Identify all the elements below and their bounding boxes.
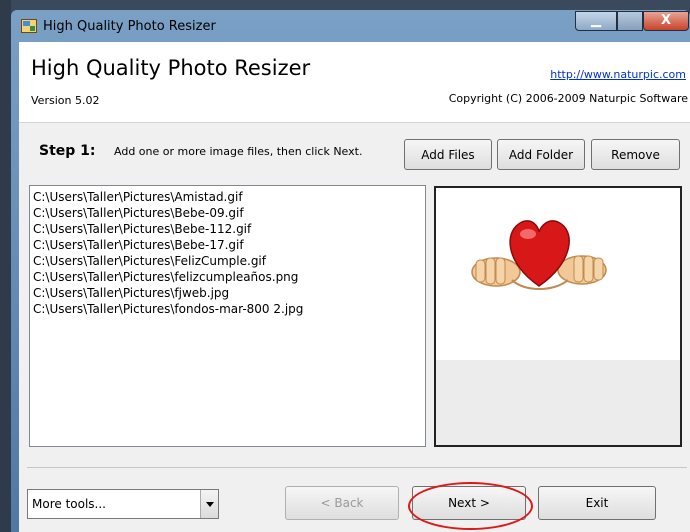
file-list[interactable]: C:\Users\Taller\Pictures\Amistad.gif C:\… bbox=[29, 185, 426, 447]
step-instruction: Add one or more image files, then click … bbox=[114, 145, 363, 158]
preview-background bbox=[436, 360, 680, 445]
back-button[interactable]: < Back bbox=[285, 486, 399, 520]
list-item[interactable]: C:\Users\Taller\Pictures\fjweb.jpg bbox=[33, 285, 422, 301]
version-label: Version 5.02 bbox=[31, 94, 100, 107]
more-tools-dropdown[interactable]: More tools... bbox=[27, 489, 219, 519]
heart-in-hands-image bbox=[471, 220, 607, 290]
close-button[interactable]: X bbox=[643, 11, 689, 31]
copyright-label: Copyright (C) 2006-2009 Naturpic Softwar… bbox=[448, 92, 688, 105]
step-label: Step 1: bbox=[39, 143, 96, 159]
list-item[interactable]: C:\Users\Taller\Pictures\FelizCumple.gif bbox=[33, 253, 422, 269]
add-folder-button[interactable]: Add Folder bbox=[497, 139, 585, 170]
window-title: High Quality Photo Resizer bbox=[43, 19, 216, 34]
chevron-down-icon[interactable] bbox=[200, 490, 218, 518]
minimize-button[interactable]: ▁ bbox=[575, 11, 617, 31]
list-item[interactable]: C:\Users\Taller\Pictures\felizcumpleaños… bbox=[33, 269, 422, 285]
remove-button[interactable]: Remove bbox=[591, 139, 680, 170]
more-tools-value: More tools... bbox=[32, 497, 106, 511]
maximize-button[interactable] bbox=[617, 11, 643, 31]
main-panel: High Quality Photo Resizer Version 5.02 … bbox=[19, 42, 690, 532]
divider bbox=[27, 467, 687, 468]
app-header: High Quality Photo Resizer Version 5.02 … bbox=[19, 42, 690, 123]
list-item[interactable]: C:\Users\Taller\Pictures\Bebe-17.gif bbox=[33, 237, 422, 253]
title-bar[interactable]: High Quality Photo Resizer ▁ X bbox=[11, 10, 690, 42]
list-item[interactable]: C:\Users\Taller\Pictures\Bebe-09.gif bbox=[33, 205, 422, 221]
website-link[interactable]: http://www.naturpic.com bbox=[550, 68, 686, 81]
app-name: High Quality Photo Resizer bbox=[31, 56, 311, 80]
list-item[interactable]: C:\Users\Taller\Pictures\fondos-mar-800 … bbox=[33, 301, 422, 317]
image-preview bbox=[434, 186, 682, 447]
background-window-edge bbox=[0, 0, 11, 532]
list-item[interactable]: C:\Users\Taller\Pictures\Bebe-112.gif bbox=[33, 221, 422, 237]
add-files-button[interactable]: Add Files bbox=[404, 139, 492, 170]
list-item[interactable]: C:\Users\Taller\Pictures\Amistad.gif bbox=[33, 189, 422, 205]
next-button[interactable]: Next > bbox=[412, 486, 526, 520]
exit-button[interactable]: Exit bbox=[538, 486, 656, 520]
app-icon bbox=[21, 19, 37, 33]
